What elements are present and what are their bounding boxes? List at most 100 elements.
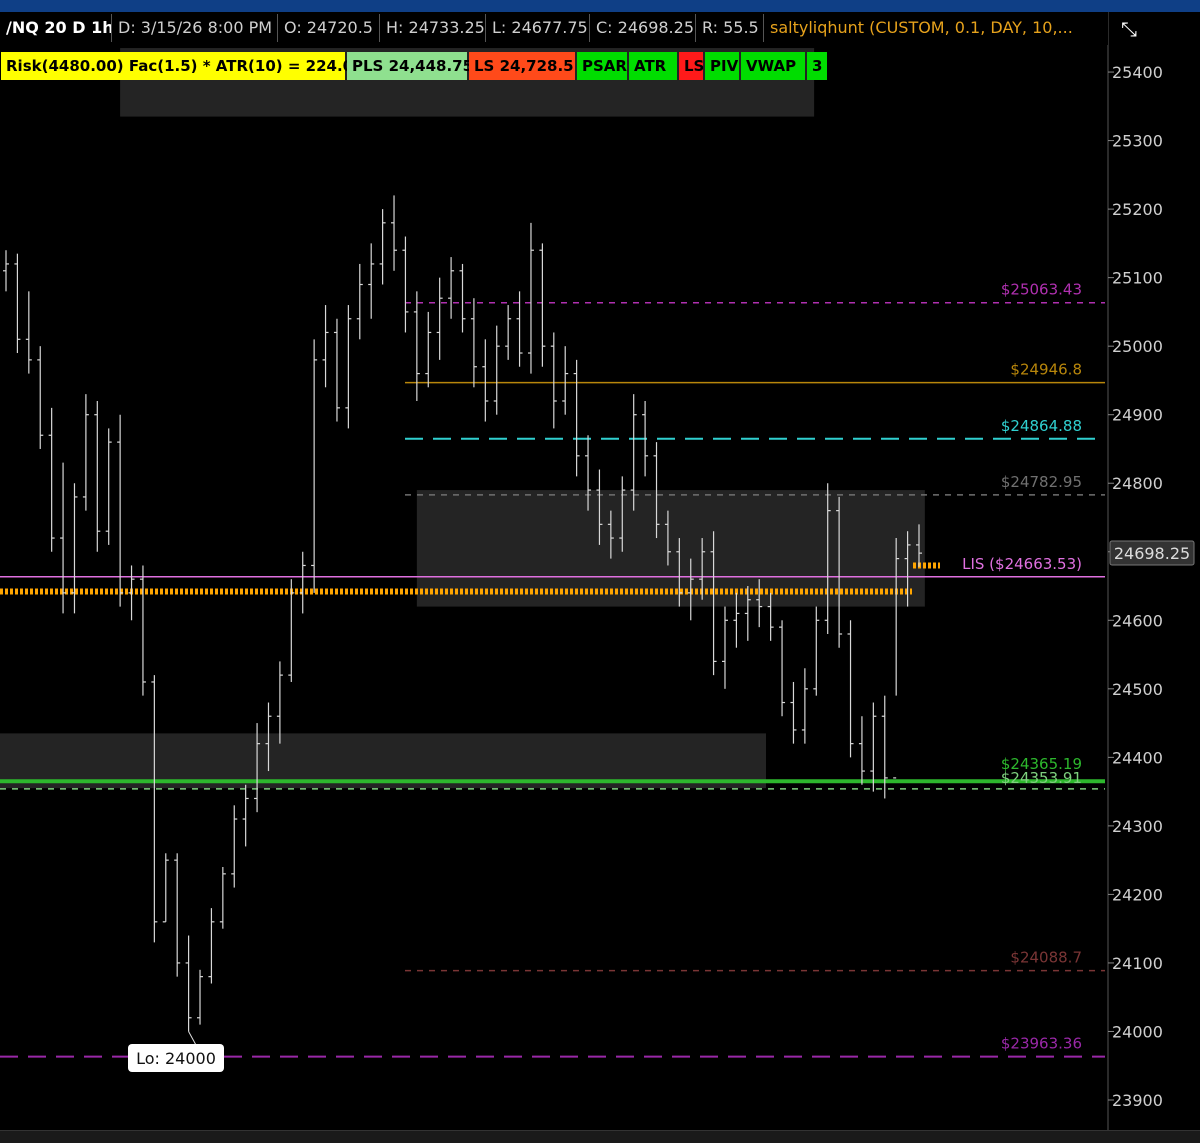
ohlc-bar — [539, 243, 546, 367]
ohlc-bar — [505, 305, 512, 360]
ohlc-bar — [231, 805, 238, 888]
ohlc-bar — [436, 277, 443, 360]
study-badge-5[interactable]: LS — [679, 52, 704, 80]
price-chart[interactable]: $25063.43 $24946.8 $24864.88 $24782.95 LIS (… — [0, 0, 1200, 1142]
level-label-brown: $24088.7 — [1010, 949, 1082, 967]
ohlc-bar — [219, 866, 226, 929]
axis-tick-label: 24800 — [1112, 474, 1163, 493]
ohlc-bar — [311, 339, 318, 593]
ohlc-bar — [48, 407, 55, 552]
study-badge-8[interactable]: 3 — [807, 52, 827, 80]
ohlc-bar — [139, 565, 146, 696]
ohlc-bar — [425, 311, 432, 388]
ohlc-bar — [562, 346, 569, 415]
bars-layer — [3, 195, 922, 1032]
last-price-layer: 24698.25 — [1109, 540, 1195, 566]
date-readout: D: 3/15/26 8:00 PM — [112, 14, 278, 42]
ohlc-bar — [25, 291, 32, 374]
ohlc-bar — [813, 606, 820, 696]
ohlc-bar — [185, 935, 192, 1032]
ohlc-bar — [790, 681, 797, 744]
study-badge-1[interactable]: PLS 24,448.75 — [347, 52, 473, 80]
study-label[interactable]: saltyliqhunt (CUSTOM, 0.1, DAY, 10,... — [764, 14, 1084, 42]
axis-tick-label: 24900 — [1112, 406, 1163, 425]
ohlc-bar — [345, 305, 352, 429]
study-badge-0[interactable]: Risk(4480.00) Fac(1.5) * ATR(10) = 224.0… — [1, 52, 364, 80]
open-readout: O: 24720.5 — [278, 14, 380, 42]
study-badge-6[interactable]: PIV — [705, 52, 739, 80]
level-label-gold: $24946.8 — [1010, 361, 1082, 379]
price-axis[interactable]: 23900 24000 24100 24200 24300 24400 24500 24600… — [1108, 63, 1163, 1110]
high-readout: H: 24733.25 — [380, 14, 486, 42]
axis-tick-label: 23900 — [1112, 1091, 1163, 1110]
axis-tick-label: 24300 — [1112, 817, 1163, 836]
axis-tick-label: 25100 — [1112, 269, 1163, 288]
ohlc-bar — [333, 318, 340, 422]
ohlc-bar — [82, 394, 89, 511]
ohlc-bar — [379, 209, 386, 285]
ohlc-bar — [779, 620, 786, 717]
ohlc-bar — [527, 222, 534, 374]
ohlc-bar — [870, 702, 877, 792]
ohlc-bar — [208, 908, 215, 984]
ohlc-bar — [162, 853, 169, 923]
level-label-lis: LIS ($24663.53) — [962, 555, 1082, 573]
study-badge-2[interactable]: LS 24,728.5 — [469, 52, 575, 80]
ohlc-bar — [276, 661, 283, 744]
ohlc-bar — [368, 243, 375, 319]
axis-expand-icon[interactable]: ⤡ — [1112, 14, 1146, 44]
level-label-green-lower: $24353.91 — [1001, 769, 1082, 787]
ohlc-bar — [105, 428, 112, 545]
zones-layer — [0, 48, 925, 789]
study-badge-7[interactable]: VWAP — [741, 52, 805, 80]
ohlc-bar — [197, 969, 204, 1025]
ohlc-bar — [801, 668, 808, 744]
low-marker-layer: Lo: 24000 — [128, 1031, 224, 1072]
levels-layer — [0, 301, 1105, 1058]
ohlc-bar — [174, 853, 181, 977]
study-badge-3[interactable]: PSAR — [577, 52, 627, 80]
ohlc-bar — [356, 263, 363, 340]
level-label-lower-purple: $23963.36 — [1001, 1035, 1082, 1053]
range-readout: R: 55.5 — [696, 14, 764, 42]
ohlc-bar — [322, 305, 329, 388]
ohlc-bar — [470, 298, 477, 388]
ohlc-bar — [288, 579, 295, 682]
bottom-scrollbar[interactable] — [0, 1130, 1200, 1143]
study-badge-4[interactable]: ATR — [629, 52, 677, 80]
ohlc-bar — [493, 325, 500, 415]
ohlc-bar — [391, 195, 398, 271]
axis-tick-label: 24200 — [1112, 885, 1163, 904]
axis-tick-label: 25400 — [1112, 63, 1163, 82]
level-label-upper-magenta: $25063.43 — [1001, 281, 1082, 299]
level-labels-layer: $25063.43 $24946.8 $24864.88 $24782.95 LIS (… — [962, 281, 1082, 1053]
ohlc-bar — [37, 346, 44, 449]
axis-tick-label: 25300 — [1112, 132, 1163, 151]
ohlc-bar — [858, 716, 865, 785]
ohlc-bar — [459, 263, 466, 333]
level-label-cyan: $24864.88 — [1001, 417, 1082, 435]
ohlc-bar — [721, 606, 728, 689]
axis-tick-label: 25000 — [1112, 337, 1163, 356]
axis-tick-label: 24100 — [1112, 954, 1163, 973]
ohlc-bar — [3, 250, 9, 292]
ohlc-bar — [151, 675, 158, 943]
last-price-label: 24698.25 — [1114, 544, 1190, 563]
ohlc-bar — [14, 253, 21, 354]
axis-tick-label: 24500 — [1112, 680, 1163, 699]
ohlc-bar — [117, 414, 124, 607]
ohlc-bar — [128, 565, 135, 621]
ohlc-bar — [242, 784, 249, 847]
ohlc-bar — [402, 236, 409, 333]
ohlc-bar — [573, 359, 580, 477]
ohlc-bar — [94, 400, 101, 552]
symbol-label[interactable]: /NQ 20 D 1h — [0, 14, 112, 42]
ohlc-bar — [299, 551, 306, 614]
ohlc-bar — [847, 620, 854, 758]
low-readout: L: 24677.75 — [486, 14, 590, 42]
ohlc-bar — [413, 291, 420, 401]
axis-tick-label: 24000 — [1112, 1022, 1163, 1041]
ohlc-bar — [448, 257, 455, 319]
ohlc-bar — [482, 339, 489, 422]
axis-tick-label: 25200 — [1112, 200, 1163, 219]
